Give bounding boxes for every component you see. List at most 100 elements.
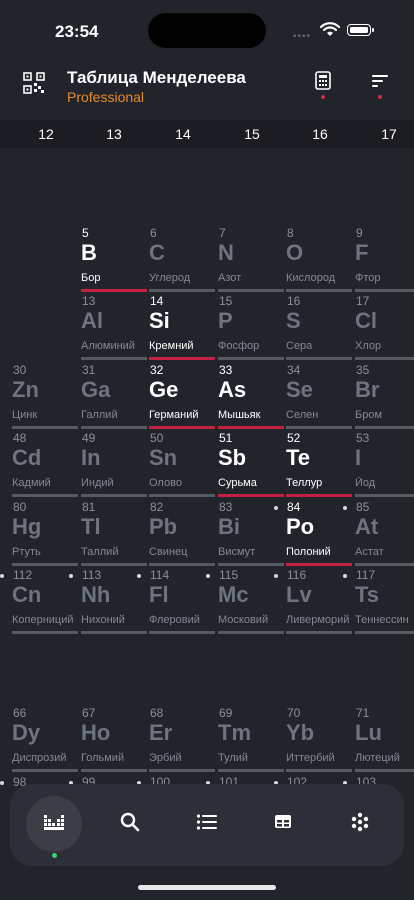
tab-search[interactable]	[102, 796, 158, 852]
element-cell[interactable]: 85 At Астат	[343, 500, 414, 566]
atomic-number: 35	[356, 363, 370, 377]
element-name: Бром	[355, 409, 383, 421]
element-cell[interactable]: 14 Si Кремний	[149, 294, 215, 360]
element-cell[interactable]: 32 Ge Германий	[149, 363, 215, 429]
element-name: Кадмий	[12, 477, 51, 489]
element-cell[interactable]: 13 Al Алюминий	[81, 294, 147, 360]
element-cell[interactable]: 49 In Индий	[81, 431, 147, 497]
element-cell[interactable]: 68 Er Эрбий	[149, 706, 215, 772]
element-symbol: Se	[286, 377, 313, 402]
element-name: Фосфор	[218, 340, 260, 352]
element-name: Нихоний	[81, 614, 125, 626]
tab-table[interactable]	[255, 796, 311, 852]
element-cell[interactable]: 69 Tm Тулий	[218, 706, 284, 772]
atomic-number: 49	[82, 431, 96, 445]
atomic-number: 117	[356, 568, 376, 582]
element-cell[interactable]: 82 Pb Свинец	[149, 500, 215, 566]
element-name: Астат	[355, 546, 384, 558]
element-cell[interactable]: 33 As Мышьяк	[218, 363, 284, 429]
element-cell[interactable]: 5 B Бор	[81, 226, 147, 292]
atomic-number: 13	[82, 294, 96, 308]
element-cell[interactable]: 48 Cd Кадмий	[12, 431, 78, 497]
element-cell[interactable]: 6 C Углерод	[149, 226, 215, 292]
periodic-table-icon	[43, 813, 65, 836]
tab-atom[interactable]	[332, 796, 388, 852]
radioactive-dot	[206, 574, 210, 578]
periodic-table-grid: 5 B Бор 6 C Углерод 7 N Азот 8 O Кислород 9 F Фтор 13 Al…	[0, 0, 414, 900]
element-category-bar	[355, 494, 414, 497]
element-symbol: Sb	[218, 445, 247, 470]
radioactive-dot	[69, 574, 73, 578]
element-symbol: Dy	[12, 720, 41, 745]
element-cell[interactable]: 30 Zn Цинк	[12, 363, 78, 429]
element-cell[interactable]: 51 Sb Сурьма	[218, 431, 284, 497]
element-cell[interactable]: 116 Lv Ливерморий	[274, 568, 352, 634]
element-symbol: Ts	[355, 582, 380, 607]
element-symbol: O	[286, 240, 304, 265]
element-name: Йод	[355, 477, 376, 489]
element-category-bar	[286, 563, 352, 566]
element-cell[interactable]: 9 F Фтор	[355, 226, 414, 292]
element-cell[interactable]: 34 Se Селен	[286, 363, 352, 429]
element-name: Кислород	[286, 272, 336, 284]
element-cell[interactable]: 35 Br Бром	[355, 363, 414, 429]
radioactive-dot	[343, 574, 347, 578]
element-cell[interactable]: 70 Yb Иттербий	[286, 706, 352, 772]
element-category-bar	[149, 631, 215, 634]
atomic-number: 16	[287, 294, 301, 308]
element-symbol: Ga	[81, 377, 111, 402]
atomic-number: 113	[82, 568, 102, 582]
atomic-number: 30	[13, 363, 27, 377]
element-category-bar	[286, 289, 352, 292]
atomic-number: 9	[356, 226, 363, 240]
element-cell[interactable]: 80 Hg Ртуть	[12, 500, 78, 566]
element-category-bar	[81, 769, 147, 772]
atomic-number: 81	[82, 500, 96, 514]
element-category-bar	[12, 494, 78, 497]
atomic-number: 5	[82, 226, 89, 240]
element-cell[interactable]: 50 Sn Олово	[149, 431, 215, 497]
element-cell[interactable]: 31 Ga Галлий	[81, 363, 147, 429]
element-cell[interactable]: 117 Ts Теннессин	[343, 568, 414, 634]
atomic-number: 67	[82, 706, 96, 720]
atomic-number: 34	[287, 363, 301, 377]
element-cell[interactable]: 15 P Фосфор	[218, 294, 284, 360]
element-cell[interactable]: 84 Po Полоний	[274, 500, 352, 566]
element-cell[interactable]: 16 S Сера	[286, 294, 352, 360]
atomic-number: 71	[356, 706, 370, 720]
element-cell[interactable]: 83 Bi Висмут	[218, 500, 284, 566]
element-cell[interactable]: 66 Dy Диспрозий	[12, 706, 78, 772]
element-symbol: Si	[149, 308, 170, 333]
element-category-bar	[149, 494, 215, 497]
element-cell[interactable]: 113 Nh Нихоний	[69, 568, 147, 634]
element-cell[interactable]: 112 Cn Коперниций	[0, 568, 78, 634]
element-category-bar	[355, 631, 414, 634]
element-category-bar	[355, 563, 414, 566]
element-symbol: I	[355, 445, 362, 470]
element-category-bar	[218, 357, 284, 360]
element-category-bar	[218, 494, 284, 497]
element-cell[interactable]: 67 Ho Гольмий	[81, 706, 147, 772]
element-category-bar	[355, 769, 414, 772]
element-cell[interactable]: 17 Cl Хлор	[355, 294, 414, 360]
element-symbol: Cd	[12, 445, 42, 470]
element-cell[interactable]: 7 N Азот	[218, 226, 284, 292]
element-symbol: Hg	[12, 514, 42, 539]
tab-periodic-table[interactable]	[26, 796, 82, 858]
element-symbol: Zn	[12, 377, 39, 402]
element-category-bar	[286, 357, 352, 360]
tab-list[interactable]	[179, 796, 235, 852]
element-symbol: Br	[355, 377, 380, 402]
element-cell[interactable]: 8 O Кислород	[286, 226, 352, 292]
element-symbol: Pb	[149, 514, 178, 539]
element-symbol: Bi	[218, 514, 240, 539]
element-cell[interactable]: 52 Te Теллур	[286, 431, 352, 497]
element-cell[interactable]: 114 Fl Флеровий	[137, 568, 215, 634]
element-cell[interactable]: 81 Tl Таллий	[81, 500, 147, 566]
element-cell[interactable]: 71 Lu Лютеций	[355, 706, 414, 772]
element-cell[interactable]: 53 I Йод	[355, 431, 414, 497]
element-category-bar	[218, 426, 284, 429]
element-name: Селен	[286, 409, 319, 421]
element-category-bar	[286, 769, 352, 772]
element-cell[interactable]: 115 Mc Московий	[206, 568, 284, 634]
